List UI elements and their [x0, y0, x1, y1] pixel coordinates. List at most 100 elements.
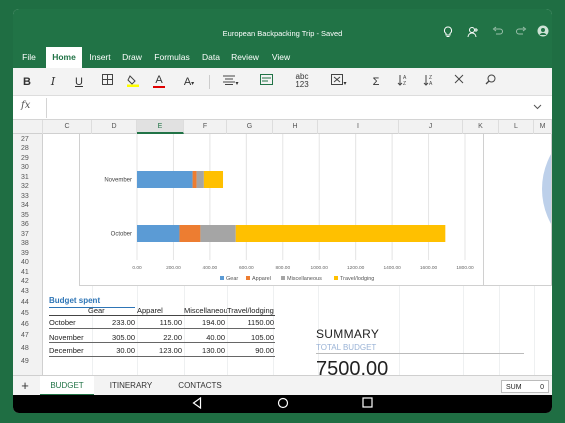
tab-formulas[interactable]: Formulas: [150, 47, 194, 68]
excel-window: European Backpacking Trip - Saved File H…: [13, 9, 552, 413]
sheet-tab-contacts[interactable]: CONTACTS: [168, 376, 232, 396]
row-header[interactable]: 37: [13, 231, 43, 238]
lightbulb-icon[interactable]: [443, 26, 453, 41]
account-icon[interactable]: [537, 25, 549, 40]
header-miscellaneous: Miscellaneou: [184, 306, 227, 315]
cells-area[interactable]: 0.00 200.00 400.00 600.00 800.00 1000.00 1200.…: [43, 134, 552, 375]
header-apparel: Apparel: [137, 306, 163, 315]
bold-button[interactable]: B: [19, 74, 35, 90]
recents-icon[interactable]: [362, 397, 373, 412]
select-all-corner[interactable]: [13, 120, 43, 134]
underline-button[interactable]: U: [71, 74, 87, 90]
row-header[interactable]: 42: [13, 278, 43, 285]
font-size-button[interactable]: A▾: [177, 74, 201, 90]
cell-value: 30.00: [116, 346, 135, 355]
summary-divider: [316, 353, 524, 354]
chevron-down-icon[interactable]: [533, 102, 542, 112]
font-color-button[interactable]: A: [151, 74, 167, 90]
tab-data[interactable]: Data: [198, 47, 224, 68]
column-header-l[interactable]: L: [499, 120, 534, 134]
row-border: [49, 328, 275, 329]
row-header[interactable]: 28: [13, 145, 43, 152]
sort-button[interactable]: AZ: [395, 74, 411, 90]
insert-delete-button[interactable]: ▾: [327, 74, 351, 90]
italic-button[interactable]: I: [45, 74, 61, 90]
align-button[interactable]: ▾: [219, 74, 243, 90]
column-header-e[interactable]: E: [137, 120, 184, 134]
formula-input[interactable]: [53, 101, 513, 115]
title-bar: European Backpacking Trip - Saved: [13, 9, 552, 47]
tab-review[interactable]: Review: [228, 47, 262, 68]
column-header-k[interactable]: K: [463, 120, 499, 134]
row-header[interactable]: 29: [13, 155, 43, 162]
find-button[interactable]: [481, 74, 499, 90]
back-icon[interactable]: [192, 396, 202, 413]
row-header[interactable]: 47: [13, 332, 43, 339]
tab-file[interactable]: File: [16, 47, 42, 68]
sort-filter-icon: ZA: [423, 75, 435, 89]
filter-button[interactable]: ZA: [421, 74, 437, 90]
formula-divider: [46, 98, 47, 118]
share-person-icon[interactable]: [467, 26, 479, 41]
autosum-button[interactable]: Σ: [369, 74, 383, 90]
row-header[interactable]: 33: [13, 193, 43, 200]
row-header[interactable]: 27: [13, 136, 43, 143]
sheet-tab-itinerary[interactable]: ITINERARY: [101, 376, 161, 396]
borders-button[interactable]: [99, 74, 115, 90]
row-header[interactable]: 32: [13, 183, 43, 190]
add-sheet-button[interactable]: +: [13, 376, 37, 396]
column-header-d[interactable]: D: [92, 120, 137, 134]
fill-down-button[interactable]: [449, 74, 469, 90]
function-icon[interactable]: fx: [21, 100, 45, 116]
row-header[interactable]: 34: [13, 202, 43, 209]
row-header[interactable]: 38: [13, 240, 43, 247]
tab-draw[interactable]: Draw: [119, 47, 145, 68]
row-header[interactable]: 36: [13, 221, 43, 228]
legend-label: Apparel: [252, 276, 271, 282]
column-header-f[interactable]: F: [184, 120, 227, 134]
cell-value: 305.00: [112, 333, 135, 342]
status-sum-box[interactable]: SUM 0: [501, 380, 549, 393]
row-header[interactable]: 49: [13, 358, 43, 365]
redo-icon[interactable]: [516, 26, 527, 39]
row-header[interactable]: 48: [13, 345, 43, 352]
column-header-g[interactable]: G: [227, 120, 273, 134]
row-header[interactable]: 35: [13, 212, 43, 219]
row-header[interactable]: 30: [13, 164, 43, 171]
row-border: [49, 356, 275, 357]
budget-bar-chart[interactable]: 0.00 200.00 400.00 600.00 800.00 1000.00 1200.…: [79, 134, 489, 286]
row-header[interactable]: 31: [13, 174, 43, 181]
pie-chart[interactable]: [483, 134, 552, 286]
cell-value: 1150.00: [247, 318, 274, 327]
tab-home[interactable]: Home: [46, 47, 82, 68]
worksheet-grid[interactable]: C D E F G H I J K L M 27 28 29 30 31 32 …: [13, 120, 552, 375]
row-header[interactable]: 45: [13, 310, 43, 317]
row-header[interactable]: 44: [13, 299, 43, 306]
fill-color-button[interactable]: [125, 74, 141, 90]
home-icon[interactable]: [277, 397, 289, 413]
row-header[interactable]: 43: [13, 288, 43, 295]
number-format-button[interactable]: abc 123: [289, 73, 315, 89]
pie-slice: [542, 154, 551, 224]
row-header[interactable]: 39: [13, 250, 43, 257]
column-header-h[interactable]: H: [273, 120, 318, 134]
undo-icon[interactable]: [492, 26, 503, 39]
ribbon-tabs: File Home Insert Draw Formulas Data Revi…: [13, 47, 552, 68]
row-label: October: [49, 318, 76, 327]
row-header[interactable]: 40: [13, 259, 43, 266]
cell-value: 90.00: [255, 346, 274, 355]
column-header-j[interactable]: J: [399, 120, 463, 134]
sum-label: SUM: [506, 384, 522, 391]
tab-view[interactable]: View: [267, 47, 295, 68]
column-header-i[interactable]: I: [318, 120, 399, 134]
wrap-text-button[interactable]: [257, 74, 275, 90]
column-header-c[interactable]: C: [43, 120, 92, 134]
system-navigation-bar: [13, 395, 552, 413]
font-color-swatch: [153, 86, 165, 88]
sheet-tab-budget[interactable]: BUDGET: [40, 376, 94, 396]
tab-insert[interactable]: Insert: [86, 47, 114, 68]
bar-segment: [192, 171, 197, 188]
column-header-m[interactable]: M: [534, 120, 552, 134]
row-header[interactable]: 46: [13, 321, 43, 328]
row-header[interactable]: 41: [13, 269, 43, 276]
